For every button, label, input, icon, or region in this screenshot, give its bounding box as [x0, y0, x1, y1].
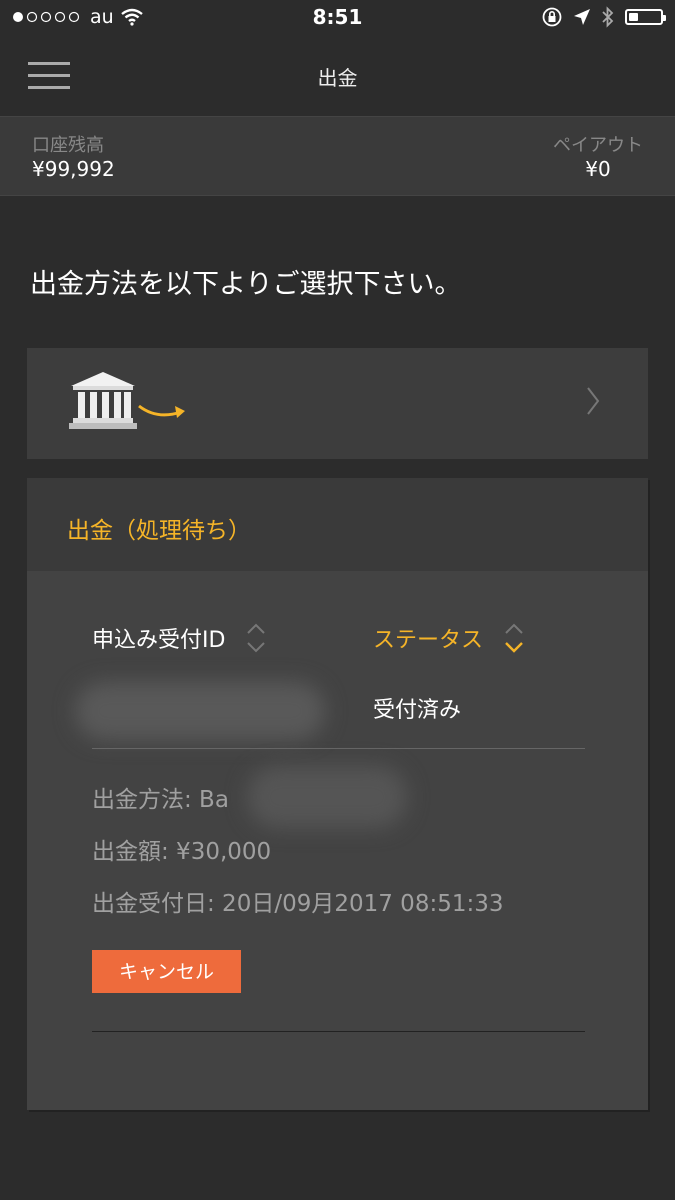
battery-fill [629, 13, 638, 21]
status-header: ステータス [373, 628, 484, 653]
payout-value: ¥0 [585, 157, 611, 181]
redacted-method [247, 766, 407, 828]
row-divider [92, 748, 585, 749]
request-id-header: 申込み受付ID [92, 628, 226, 653]
rotation-lock-icon [542, 7, 562, 27]
status-value: 受付済み [373, 698, 462, 723]
withdrawal-date-detail: 出金受付日: 20日/09月2017 08:51:33 [92, 891, 504, 917]
bluetooth-icon [602, 6, 614, 28]
redacted-request-id [75, 682, 325, 740]
withdrawal-method-prompt: 出金方法を以下よりご選択下さい。 [30, 269, 462, 300]
sort-icon [247, 623, 266, 653]
account-balance-value: ¥99,992 [32, 157, 115, 181]
status-bar: au 8:51 [0, 0, 675, 36]
location-arrow-icon [574, 9, 590, 25]
cancel-button[interactable]: キャンセル [92, 950, 241, 993]
withdrawal-amount-detail: 出金額: ¥30,000 [92, 839, 272, 865]
sort-by-request-id[interactable]: 申込み受付ID [92, 622, 267, 654]
bottom-divider [92, 1031, 585, 1032]
page-title: 出金 [317, 66, 358, 90]
payout-label: ペイアウト [553, 135, 643, 156]
withdrawal-method-detail: 出金方法: Ba [92, 787, 229, 813]
pending-title: 出金（処理待ち） [67, 518, 251, 544]
nav-bar: 出金 [0, 36, 675, 116]
pending-header: 出金（処理待ち） [27, 478, 648, 571]
status-bar-right [541, 6, 666, 28]
account-balance: 口座残高 ¥99,992 [32, 135, 115, 181]
account-balance-label: 口座残高 [32, 135, 104, 156]
battery-icon [625, 9, 666, 25]
pending-withdrawals-card: 出金（処理待ち） 申込み受付ID ステータス 受付済み 出金方法: Ba 出金額… [27, 478, 648, 1110]
balance-bar: 口座残高 ¥99,992 ペイアウト ¥0 [0, 116, 675, 196]
payout: ペイアウト ¥0 [553, 135, 643, 181]
bank-transfer-method-card[interactable] [27, 348, 648, 459]
transfer-arrow-icon [138, 404, 185, 418]
chevron-right-icon [587, 387, 600, 415]
sort-desc-icon [505, 623, 523, 653]
sort-by-status[interactable]: ステータス [373, 622, 525, 654]
bank-icon [69, 372, 137, 429]
